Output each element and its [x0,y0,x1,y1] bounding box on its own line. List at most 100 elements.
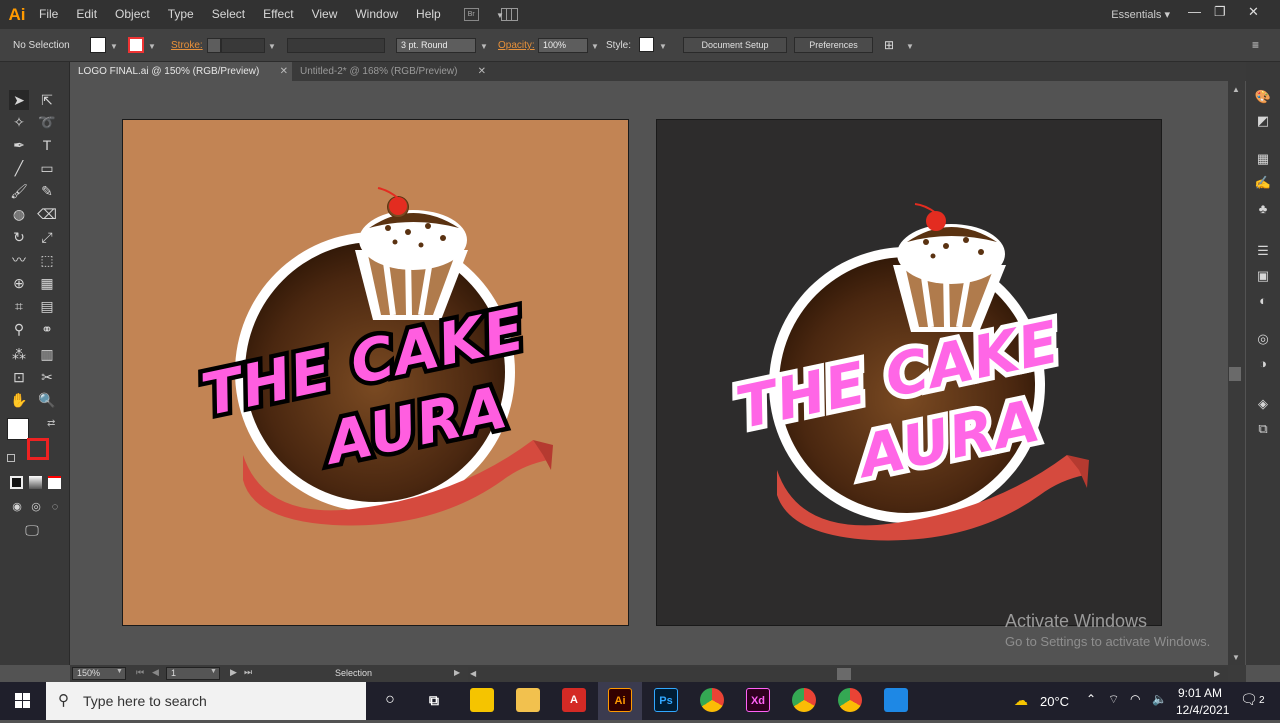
warp-tool-icon[interactable]: 〰 [9,250,29,270]
blend-tool-icon[interactable]: ⚭ [37,319,57,339]
gradient-panel-icon[interactable]: ▣ [1254,267,1272,285]
stroke-dropdown-icon[interactable]: ▼ [148,42,156,51]
opacity-field[interactable]: 100% [538,38,588,53]
sticky-notes-icon[interactable] [470,688,494,712]
stroke-weight-field[interactable] [221,38,265,53]
illustrator-taskbar-button[interactable]: Ai [598,682,642,720]
shape-builder-tool-icon[interactable]: ⊕ [9,273,29,293]
menu-select[interactable]: Select [203,0,254,29]
swatches-panel-icon[interactable]: ▦ [1254,150,1272,168]
line-tool-icon[interactable]: ╱ [9,158,29,178]
gradient-tool-icon[interactable]: ▤ [37,296,57,316]
isolate-icon[interactable]: ⊞ [884,38,894,52]
menu-object[interactable]: Object [106,0,159,29]
color-mode-icon[interactable] [10,476,23,489]
task-view-icon[interactable]: ⧉ [422,688,446,712]
network-icon[interactable]: ⌔ [1108,692,1119,707]
wifi-icon[interactable]: ◠ [1130,692,1140,706]
clock-time[interactable]: 9:01 AM [1178,686,1222,700]
magic-wand-tool-icon[interactable]: ✧ [9,112,29,132]
scale-tool-icon[interactable]: ⤢ [37,227,57,247]
opacity-dropdown-icon[interactable]: ▼ [591,42,599,51]
close-icon[interactable]: ✕ [280,62,288,81]
close-icon[interactable]: ✕ [478,62,486,81]
default-colors-icon[interactable] [7,454,15,462]
layers-panel-icon[interactable]: ◈ [1254,395,1272,413]
symbol-sprayer-tool-icon[interactable]: ⁂ [9,344,29,364]
appearance-panel-icon[interactable]: ◎ [1254,330,1272,348]
mesh-tool-icon[interactable]: ⌗ [9,296,29,316]
scroll-right-icon[interactable]: ▶ [1214,669,1220,678]
paintbrush-tool-icon[interactable]: 🖌 [9,181,29,201]
xd-icon[interactable]: Xd [746,688,770,712]
control-menu-icon[interactable]: ≡ [1252,38,1259,52]
opacity-label[interactable]: Opacity: [498,40,535,51]
symbols-panel-icon[interactable]: ♣ [1254,200,1272,218]
eraser-tool-icon[interactable]: ⌫ [37,204,57,224]
artboard-logo-dark[interactable]: THE CAKE AURA [656,119,1162,626]
workspace-switcher[interactable]: Essentials ▾ [1111,8,1170,21]
screen-mode-icon[interactable]: 🖵 [22,520,42,540]
draw-normal-icon[interactable]: ◉ [7,497,27,517]
rotate-tool-icon[interactable]: ↻ [9,227,29,247]
artboards-panel-icon[interactable]: ⧉ [1254,420,1272,438]
menu-file[interactable]: File [30,0,67,29]
slice-tool-icon[interactable]: ✂ [37,367,57,387]
horizontal-scrollbar[interactable]: ◀ ▶ [468,667,1228,682]
tab-logo-final[interactable]: LOGO FINAL.ai @ 150% (RGB/Preview) ✕ [70,62,292,81]
fill-color-icon[interactable] [7,418,29,440]
color-guide-icon[interactable]: ◩ [1254,112,1272,130]
vertical-scrollbar[interactable]: ▲ ▼ [1228,81,1245,665]
brush-definition[interactable]: 3 pt. Round [396,38,476,53]
chrome-profile-icon[interactable] [792,688,816,712]
draw-inside-icon[interactable]: ◌ [45,497,65,517]
brushes-panel-icon[interactable]: ✍ [1254,174,1272,192]
tray-chevron-icon[interactable]: ⌃ [1086,692,1096,706]
cortana-icon[interactable]: ○ [378,688,402,712]
file-explorer-icon[interactable] [516,688,540,712]
scroll-left-icon[interactable]: ◀ [470,669,476,678]
status-menu-icon[interactable]: ▶ [454,668,460,677]
notifications-icon[interactable]: 🗨 [1240,691,1258,708]
horizontal-scroll-thumb[interactable] [837,668,851,680]
pencil-tool-icon[interactable]: ✎ [37,181,57,201]
fill-dropdown-icon[interactable]: ▼ [110,42,118,51]
menu-type[interactable]: Type [159,0,203,29]
style-dropdown-icon[interactable]: ▼ [659,42,667,51]
style-swatch[interactable] [639,37,654,52]
artboard-dropdown-icon[interactable]: ▼ [210,668,217,675]
color-panel-icon[interactable]: 🎨 [1254,88,1272,106]
blob-brush-tool-icon[interactable]: ◍ [9,204,29,224]
document-setup-button[interactable]: Document Setup [683,37,787,53]
stroke-color-icon[interactable] [27,438,49,460]
pen-tool-icon[interactable]: ✒ [9,135,29,155]
vertical-scroll-thumb[interactable] [1229,367,1241,381]
direct-selection-tool-icon[interactable]: ⇱ [37,90,57,110]
gradient-mode-icon[interactable] [29,476,42,489]
artboard-tool-icon[interactable]: ⊡ [9,367,29,387]
next-artboard-icon[interactable]: ▶ [230,667,237,678]
stroke-weight-stepper[interactable] [207,38,221,53]
stroke-weight-dropdown-icon[interactable]: ▼ [268,42,276,51]
perspective-grid-tool-icon[interactable]: ▦ [37,273,57,293]
menu-edit[interactable]: Edit [67,0,106,29]
bridge-icon[interactable]: Br [463,8,479,21]
draw-behind-icon[interactable]: ◎ [26,497,46,517]
lasso-tool-icon[interactable]: ➰ [37,112,57,132]
none-mode-icon[interactable] [48,476,61,489]
arrange-dropdown-icon[interactable]: ▼ [496,11,504,20]
taskbar-search[interactable]: ⚲ Type here to search [46,682,366,720]
graphic-styles-panel-icon[interactable]: ◑ [1254,355,1272,373]
photoshop-icon[interactable]: Ps [654,688,678,712]
last-artboard-icon[interactable]: ⏭ [244,667,252,678]
scroll-up-icon[interactable]: ▲ [1232,85,1240,94]
menu-effect[interactable]: Effect [254,0,302,29]
start-button[interactable] [0,682,46,720]
weather-temp[interactable]: 20°C [1040,694,1069,709]
acrobat-icon[interactable]: A [562,688,586,712]
menu-help[interactable]: Help [407,0,450,29]
swap-colors-icon[interactable]: ⇄ [47,418,55,429]
brush-dropdown-icon[interactable]: ▼ [480,42,488,51]
weather-icon[interactable]: ☁ [1014,692,1028,709]
type-tool-icon[interactable]: T [37,135,57,155]
